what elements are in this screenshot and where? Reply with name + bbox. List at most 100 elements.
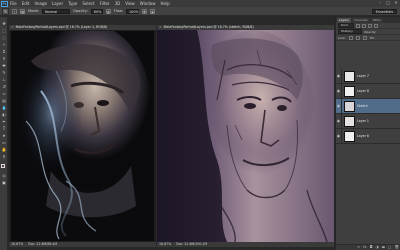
layers-panel-footer: ∞ fx ◘ ◑ ▬ ▢ 🗑 — [336, 244, 400, 250]
lock-row: Lock: Fill: — [336, 35, 400, 41]
brush-tool-icon[interactable]: ✎ — [2, 70, 7, 75]
layer-row[interactable]: ◉ Layer 7 — [336, 68, 400, 84]
marquee-tool-icon[interactable]: ⬚ — [2, 28, 7, 33]
layer-name[interactable]: Sketch — [357, 104, 368, 108]
opacity-field[interactable]: 60% — [90, 8, 103, 14]
close-icon[interactable]: × — [11, 25, 14, 29]
eye-icon[interactable]: ◉ — [336, 98, 342, 114]
layer-row-selected[interactable]: ◉ Sketch — [336, 98, 400, 114]
path-select-tool-icon[interactable]: ➤ — [2, 133, 7, 138]
close-button[interactable]: ✕ — [394, 1, 398, 5]
foreground-color-swatch[interactable] — [1, 164, 5, 168]
layer-thumbnail — [344, 115, 355, 127]
menu-select[interactable]: Select — [82, 1, 94, 6]
tab-paths[interactable]: Paths — [370, 18, 383, 23]
adjustment-icon[interactable]: ◑ — [375, 245, 378, 250]
hand-tool-icon[interactable]: ✋ — [2, 147, 7, 152]
mask-icon[interactable]: ◘ — [370, 245, 373, 250]
portrait-sketch-right — [157, 30, 334, 242]
pressure-size-icon[interactable]: ◉ — [150, 8, 156, 14]
zoom-tool-icon[interactable]: ⚲ — [2, 154, 7, 159]
eye-icon[interactable]: ◉ — [336, 113, 342, 129]
layer-row[interactable]: ◉ Layer 8 — [336, 83, 400, 99]
menu-file[interactable]: File — [10, 1, 17, 6]
brush-size-icon[interactable]: • — [12, 8, 17, 14]
shape-filter-icon[interactable] — [374, 23, 378, 28]
pressure-opacity-icon[interactable]: ◉ — [105, 8, 111, 14]
type-tool-icon[interactable]: T — [2, 126, 7, 131]
eyedropper-tool-icon[interactable]: ⚲ — [2, 56, 7, 61]
new-layer-icon[interactable]: ▢ — [388, 245, 391, 250]
blend-mode-select[interactable]: Multiply — [338, 29, 362, 34]
zoom-level-right[interactable]: 16.67% — [159, 242, 171, 246]
quick-mask-icon[interactable]: ◎ — [2, 173, 7, 178]
layer-name[interactable]: Layer 6 — [357, 134, 369, 138]
lock-label: Lock: — [338, 35, 346, 40]
opacity-label: Opacity: — [73, 9, 88, 13]
status-bar-left: 16.67% Doc: 22.6M/88.4M — [9, 242, 156, 247]
lock-position-icon[interactable] — [362, 35, 367, 40]
menu-type[interactable]: Type — [68, 1, 77, 6]
eye-icon[interactable]: ◉ — [336, 128, 342, 144]
shape-tool-icon[interactable]: ▭ — [2, 140, 7, 145]
close-icon[interactable]: × — [159, 25, 162, 29]
kind-filter-select[interactable]: Kind — [338, 23, 354, 28]
history-brush-tool-icon[interactable]: ↺ — [2, 84, 7, 89]
quick-select-tool-icon[interactable]: ✧ — [2, 42, 7, 47]
menu-view[interactable]: View — [125, 1, 135, 6]
tab-channels[interactable]: Channels — [351, 18, 370, 23]
layer-row[interactable]: ◉ Layer 1 — [336, 113, 400, 129]
menu-edit[interactable]: Edit — [22, 1, 30, 6]
lock-transparency-icon[interactable] — [348, 35, 353, 40]
canvas-left[interactable] — [11, 31, 154, 241]
menu-help[interactable]: Help — [160, 1, 169, 6]
menu-bar: Ps File Edit Image Layer Type Select Fil… — [0, 0, 400, 7]
dodge-tool-icon[interactable]: ◐ — [2, 112, 7, 117]
layer-name[interactable]: Layer 7 — [357, 74, 369, 78]
brush-tool-preset-icon[interactable]: ✎ — [2, 7, 9, 15]
minimize-button[interactable]: – — [378, 1, 382, 5]
trash-icon[interactable]: 🗑 — [394, 245, 399, 250]
eraser-tool-icon[interactable]: ▱ — [2, 91, 7, 96]
document-tab-left[interactable]: × MaleFantasyPortraitLayers.psd @ 16.7% (… — [9, 25, 156, 30]
tab-layers[interactable]: Layers — [337, 18, 351, 23]
lasso-tool-icon[interactable]: ◌ — [2, 35, 7, 40]
layers-panel: Layers Channels Paths Kind Multiply Opac… — [335, 17, 400, 250]
fx-icon[interactable]: fx — [363, 245, 366, 250]
menu-image[interactable]: Image — [34, 1, 47, 6]
canvas-right[interactable] — [157, 30, 334, 242]
gradient-tool-icon[interactable]: ▤ — [2, 98, 7, 103]
layer-row[interactable]: ◉ Layer 6 — [336, 128, 400, 144]
lock-pixels-icon[interactable] — [355, 35, 360, 40]
brush-panel-icon[interactable]: ▦ — [20, 8, 25, 14]
move-tool-icon[interactable]: ✥ — [2, 21, 7, 26]
stamp-tool-icon[interactable]: ⊥ — [2, 77, 7, 82]
folder-icon[interactable]: ▬ — [382, 245, 385, 250]
adjustment-filter-icon[interactable] — [362, 23, 366, 28]
menu-filter[interactable]: Filter — [100, 1, 110, 6]
pixel-filter-icon[interactable] — [356, 23, 360, 28]
airbrush-icon[interactable]: ✱ — [142, 8, 148, 14]
eye-icon[interactable]: ◉ — [336, 83, 342, 99]
zoom-level-left[interactable]: 16.67% — [11, 242, 23, 246]
blur-tool-icon[interactable]: 💧 — [2, 105, 7, 110]
layer-name[interactable]: Layer 8 — [357, 89, 369, 93]
mode-select[interactable]: Normal — [42, 8, 71, 14]
workspace-switcher[interactable]: Essentials — [372, 9, 397, 14]
layer-name[interactable]: Layer 1 — [357, 119, 369, 123]
doc-info-right: Doc: 22.6M/100.2M — [176, 242, 208, 246]
mode-label: Mode: — [28, 9, 40, 13]
screen-mode-icon[interactable]: ▣ — [2, 180, 7, 185]
link-icon[interactable]: ∞ — [357, 245, 360, 250]
menu-window[interactable]: Window — [140, 1, 156, 6]
crop-tool-icon[interactable]: ⌗ — [2, 49, 7, 54]
flow-label: Flow: — [113, 9, 124, 13]
maximize-button[interactable]: □ — [386, 1, 390, 5]
eye-icon[interactable]: ◉ — [336, 68, 342, 84]
healing-tool-icon[interactable]: ✚ — [2, 63, 7, 68]
menu-3d[interactable]: 3D — [115, 1, 121, 6]
pen-tool-icon[interactable]: ✒ — [2, 119, 7, 124]
type-filter-icon[interactable] — [368, 23, 372, 28]
flow-field[interactable]: 100% — [126, 8, 140, 14]
menu-layer[interactable]: Layer — [52, 1, 63, 6]
